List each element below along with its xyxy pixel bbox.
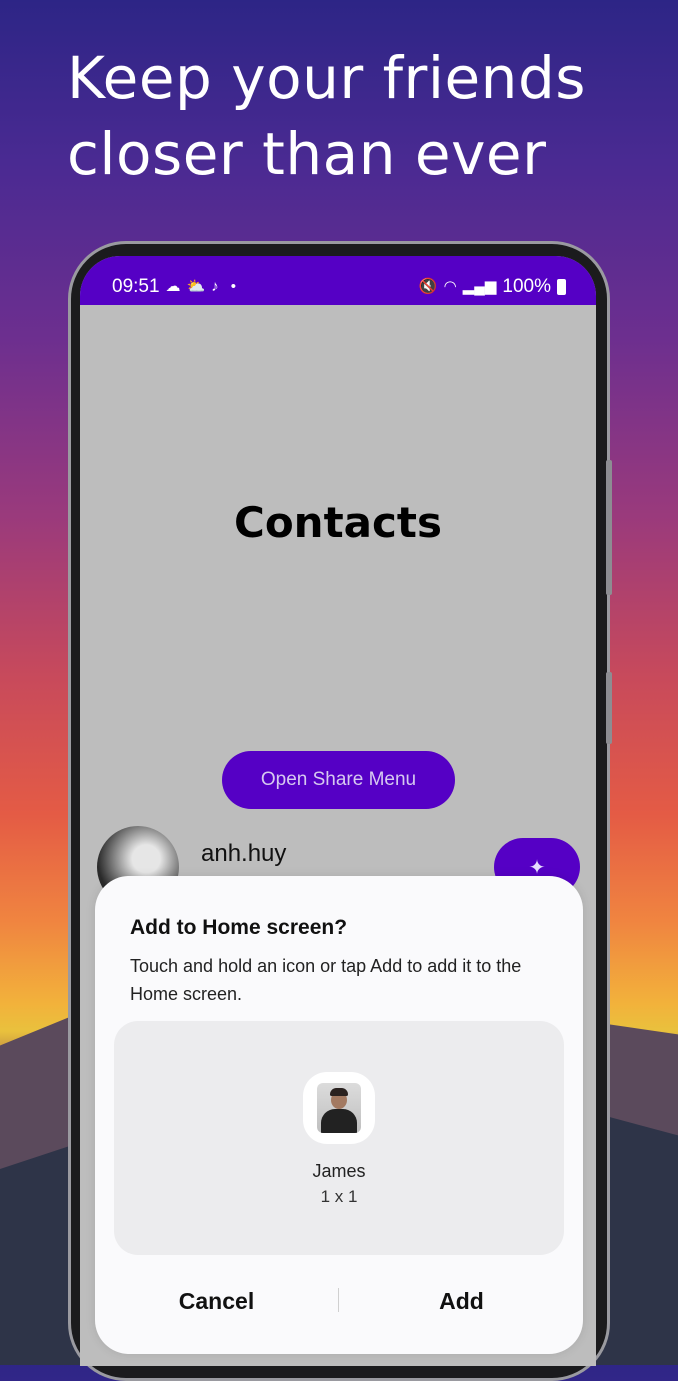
shortcut-icon[interactable] [303,1072,375,1144]
page-title: Contacts [234,498,442,547]
shortcut-preview: James 1 x 1 [114,1021,564,1255]
phone-side-button [606,460,612,595]
wifi-icon: ◠ [443,278,457,295]
add-button[interactable]: Add [340,1276,583,1326]
phone-power-button [606,672,612,744]
open-share-menu-button[interactable]: Open Share Menu [222,751,455,809]
status-time: 09:51 [112,276,160,297]
mute-icon: 🔇 [418,278,438,295]
status-bar-left: 09:51 ☁ ⛅ ♪ • [112,276,236,298]
contact-name: anh.huy [201,840,287,867]
cancel-button[interactable]: Cancel [95,1276,338,1326]
signal-icon: ▂▄▆ [462,278,497,295]
action-divider [338,1288,339,1312]
dialog-body: Touch and hold an icon or tap Add to add… [130,956,522,1004]
battery-icon [557,279,566,295]
weather-icon: ⛅ [186,278,206,295]
dialog-title: Add to Home screen? [130,916,348,939]
shortcut-size: 1 x 1 [320,1187,358,1206]
dot-icon: • [230,278,236,295]
status-bar-right: 🔇 ◠ ▂▄▆ 100% [419,276,566,298]
contact-photo [317,1083,361,1133]
tiktok-icon: ♪ [211,278,219,295]
cloud-icon: ☁ [165,278,181,295]
headline-line-1: Keep your friends [67,44,586,112]
battery-percentage: 100% [502,276,551,297]
dialog-actions: Cancel Add [95,1276,583,1326]
add-to-home-dialog: Add to Home screen? Touch and hold an ic… [95,876,583,1354]
promo-headline: Keep your friends closer than ever [67,40,627,192]
status-bar: 09:51 ☁ ⛅ ♪ • 🔇 ◠ ▂▄▆ 100% [80,256,596,305]
shortcut-name: James [312,1161,366,1181]
headline-line-2: closer than ever [67,120,547,188]
